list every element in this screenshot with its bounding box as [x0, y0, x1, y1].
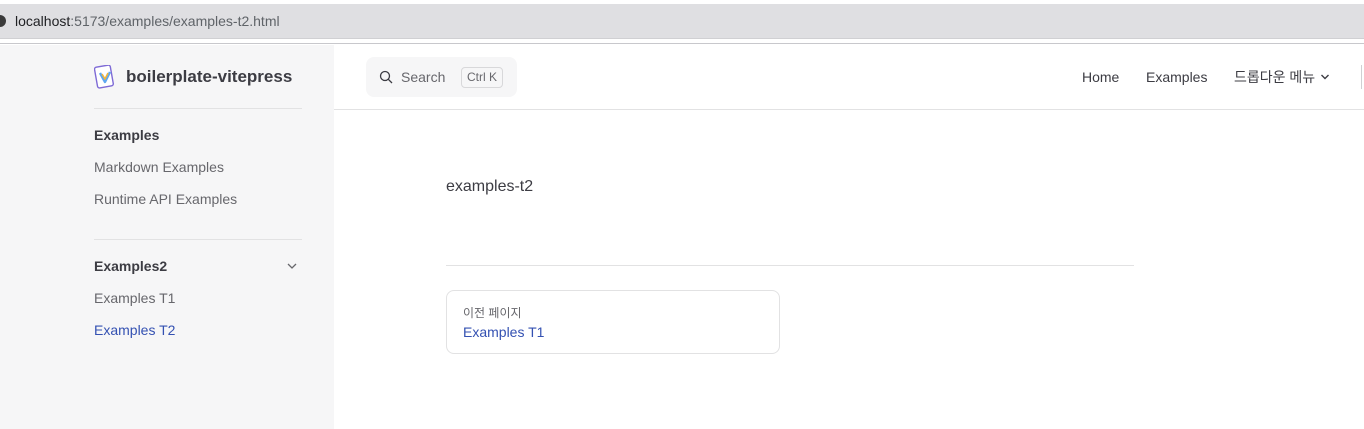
sidebar-divider — [94, 239, 302, 240]
url-text[interactable]: localhost:5173/examples/examples-t2.html — [15, 13, 280, 29]
content-divider — [446, 265, 1134, 266]
url-path: :5173/examples/examples-t2.html — [70, 13, 280, 29]
sidebar-group-heading-examples: Examples — [94, 127, 160, 143]
sidebar: boilerplate-vitepress Examples Markdown … — [0, 45, 334, 429]
address-bar-divider — [0, 43, 1364, 44]
search-label: Search — [401, 69, 446, 85]
top-nav-border — [334, 109, 1364, 110]
search-button[interactable]: Search Ctrl K — [366, 57, 517, 97]
search-shortcut-hint: Ctrl K — [461, 67, 503, 88]
prev-page-link[interactable]: 이전 페이지 Examples T1 — [446, 290, 780, 354]
nav-dropdown-menu[interactable]: 드롭다운 메뉴 — [1234, 67, 1330, 87]
prev-page-title: Examples T1 — [463, 324, 545, 340]
chevron-down-icon[interactable] — [286, 260, 298, 272]
chevron-down-icon — [1321, 74, 1330, 80]
search-icon — [379, 70, 393, 84]
url-host: localhost — [15, 13, 71, 29]
site-info-icon[interactable] — [0, 15, 6, 27]
site-brand[interactable]: boilerplate-vitepress — [94, 65, 292, 89]
url-field[interactable]: localhost:5173/examples/examples-t2.html — [0, 4, 1364, 39]
page-body-text: examples-t2 — [446, 178, 534, 195]
prev-page-label: 이전 페이지 — [463, 306, 522, 320]
sidebar-item-markdown-examples[interactable]: Markdown Examples — [94, 159, 224, 175]
site-title: boilerplate-vitepress — [126, 67, 293, 86]
sidebar-item-examples-t1[interactable]: Examples T1 — [94, 290, 175, 306]
nav-divider — [1361, 65, 1362, 89]
sidebar-item-runtime-api-examples[interactable]: Runtime API Examples — [94, 191, 237, 207]
nav-link-examples[interactable]: Examples — [1146, 69, 1207, 85]
nav-dropdown-label: 드롭다운 메뉴 — [1234, 69, 1316, 85]
vitepress-logo-icon — [94, 65, 114, 89]
top-nav: Search Ctrl K Home Examples 드롭다운 메뉴 — [334, 45, 1364, 109]
sidebar-item-examples-t2[interactable]: Examples T2 — [94, 322, 175, 338]
nav-link-home[interactable]: Home — [1082, 69, 1119, 85]
browser-address-bar: localhost:5173/examples/examples-t2.html — [0, 0, 1364, 44]
sidebar-group-heading-examples2[interactable]: Examples2 — [94, 258, 167, 274]
sidebar-divider — [94, 108, 302, 109]
